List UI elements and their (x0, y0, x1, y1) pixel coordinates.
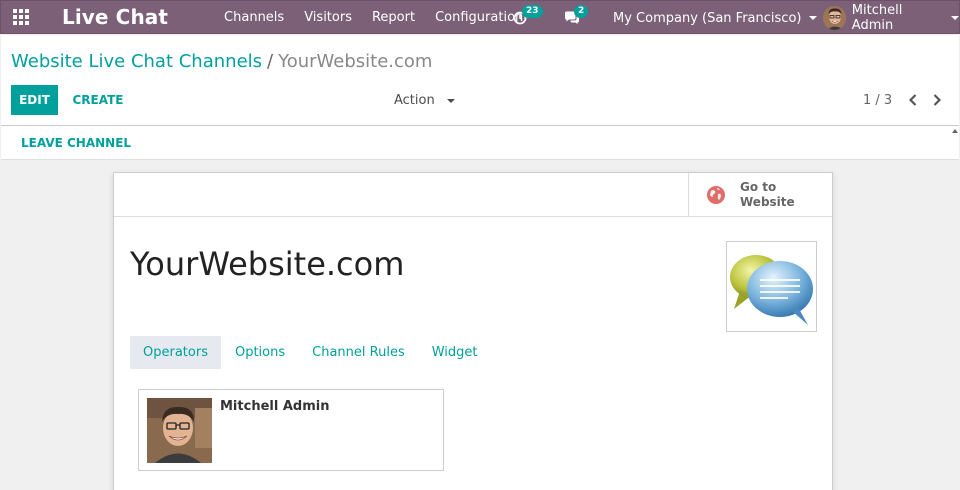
notebook-tabs: Operators Options Channel Rules Widget (130, 336, 492, 369)
breadcrumb: Website Live Chat Channels / YourWebsite.c… (11, 51, 432, 72)
tab-options[interactable]: Options (222, 336, 298, 369)
chevron-down-icon (809, 16, 818, 20)
operator-photo (147, 398, 212, 463)
menu-report[interactable]: Report (372, 10, 415, 25)
globe-icon (707, 186, 725, 204)
user-name: Mitchell Admin (851, 3, 903, 33)
operator-card[interactable]: Mitchell Admin (138, 389, 444, 471)
systray: 23 2 (509, 1, 589, 35)
form-statusbar: LEAVE CHANNEL (1, 126, 959, 160)
messages-button[interactable]: 2 (561, 5, 589, 29)
action-dropdown[interactable]: Action (394, 93, 455, 108)
control-panel: Website Live Chat Channels / YourWebsite.c… (1, 35, 959, 126)
button-box: Go to Website (114, 173, 832, 217)
leave-channel-button[interactable]: LEAVE CHANNEL (21, 136, 131, 150)
activity-count-badge: 23 (522, 5, 543, 18)
breadcrumb-separator: / (267, 51, 274, 72)
channel-image[interactable] (726, 241, 817, 332)
go-to-website-label: Go to Website (740, 180, 800, 210)
operator-name: Mitchell Admin (220, 399, 330, 414)
user-avatar (823, 6, 846, 30)
scroll-up-arrow-icon[interactable] (952, 129, 958, 133)
app-brand[interactable]: Live Chat (62, 5, 168, 29)
tab-widget[interactable]: Widget (419, 336, 491, 369)
company-name: My Company (San Francisco) (613, 10, 802, 26)
form-sheet: Go to Website YourWebsite.com Operators … (113, 172, 833, 490)
chat-bubbles-icon (729, 254, 813, 325)
activity-button[interactable]: 23 (509, 5, 543, 29)
chevron-down-icon (446, 98, 455, 103)
chevron-left-icon (909, 94, 917, 106)
tab-operators[interactable]: Operators (130, 336, 221, 369)
edit-button[interactable]: EDIT (11, 85, 58, 115)
action-label: Action (394, 93, 435, 108)
go-to-label-line1: Go to (740, 180, 777, 194)
menu-channels[interactable]: Channels (224, 10, 284, 25)
go-to-website-button[interactable]: Go to Website (688, 173, 832, 217)
create-button[interactable]: CREATE (67, 85, 129, 115)
messages-count-badge: 2 (574, 5, 589, 18)
company-switcher[interactable]: My Company (San Francisco) (613, 1, 818, 35)
chevron-down-icon (951, 16, 959, 20)
user-menu[interactable]: Mitchell Admin (823, 1, 959, 35)
go-to-label-line2: Website (740, 195, 795, 209)
apps-menu-button[interactable] (1, 0, 41, 34)
menu-visitors[interactable]: Visitors (304, 10, 352, 25)
tab-channel-rules[interactable]: Channel Rules (299, 336, 418, 369)
breadcrumb-current: YourWebsite.com (278, 51, 433, 72)
chevron-right-icon (933, 94, 941, 106)
top-navbar: Live Chat Channels Visitors Report Confi… (0, 0, 960, 34)
pager-previous-button[interactable] (905, 91, 921, 109)
pager-value[interactable]: 1 / 3 (863, 93, 892, 108)
apps-grid-icon (13, 9, 29, 25)
pager-next-button[interactable] (929, 91, 945, 109)
breadcrumb-parent-link[interactable]: Website Live Chat Channels (11, 51, 262, 72)
record-title: YourWebsite.com (130, 245, 405, 283)
